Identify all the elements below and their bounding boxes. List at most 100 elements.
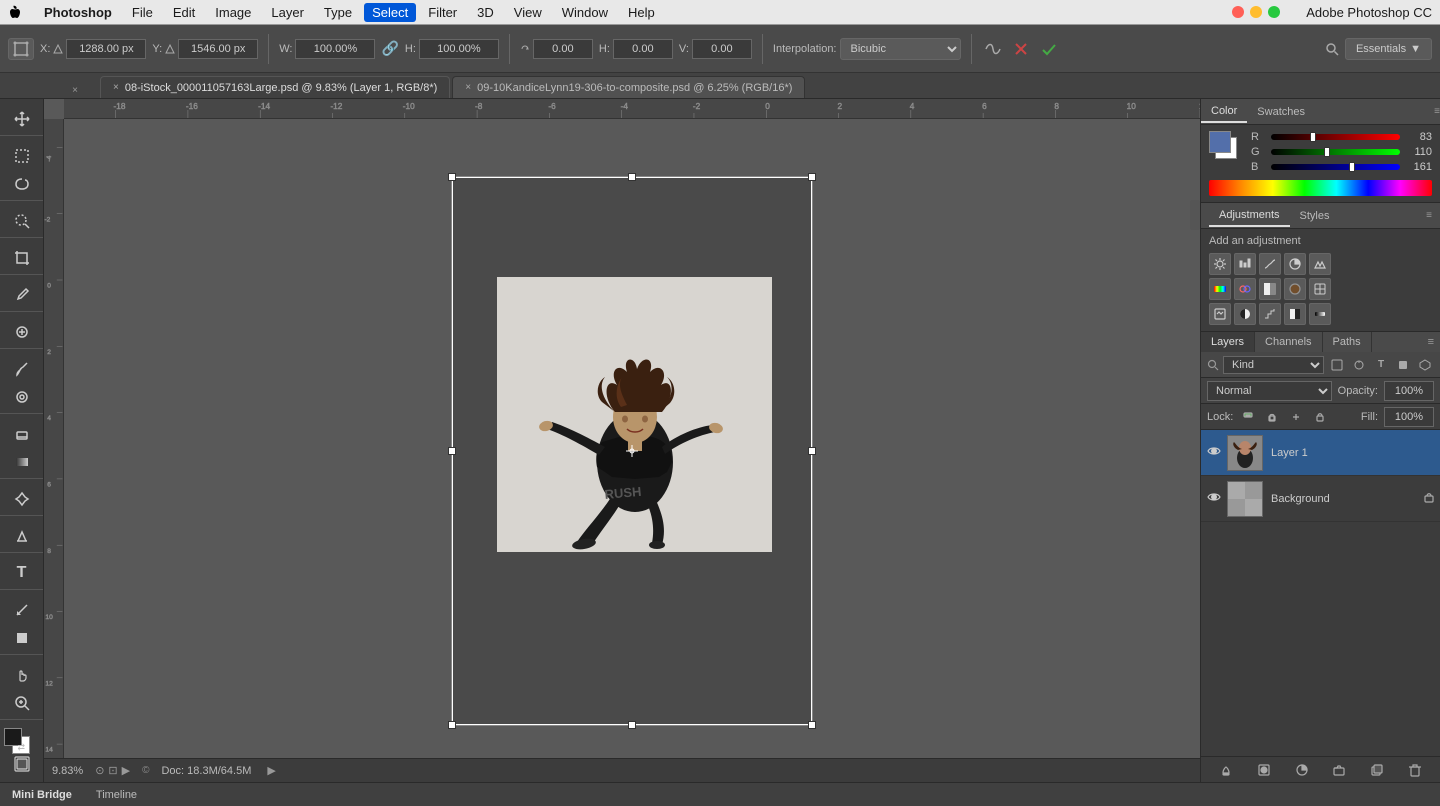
menu-3d[interactable]: 3D bbox=[469, 3, 502, 22]
menu-window[interactable]: Window bbox=[554, 3, 616, 22]
transform-icon-btn[interactable] bbox=[8, 38, 34, 60]
color-tab[interactable]: Color bbox=[1201, 101, 1247, 123]
lock-image-btn[interactable] bbox=[1263, 408, 1281, 426]
blur-tool[interactable] bbox=[6, 485, 38, 513]
eyedropper-tool[interactable] bbox=[6, 281, 38, 309]
green-slider-track[interactable] bbox=[1271, 149, 1400, 155]
panel-collapse-handle[interactable] bbox=[1190, 200, 1200, 230]
green-slider-handle[interactable] bbox=[1324, 147, 1330, 157]
canvas-area[interactable]: -18 -16 -14 -12 -10 -8 -6 -4 -2 bbox=[44, 99, 1200, 782]
layers-filter-shape-icon[interactable] bbox=[1394, 356, 1412, 374]
essentials-dropdown[interactable]: Essentials ▼ bbox=[1345, 38, 1432, 60]
path-select-tool[interactable] bbox=[6, 596, 38, 624]
transform-handle-tl[interactable] bbox=[448, 173, 456, 181]
v-skew-input[interactable] bbox=[692, 39, 752, 59]
clone-stamp-tool[interactable] bbox=[6, 383, 38, 411]
color-spectrum[interactable] bbox=[1209, 180, 1432, 196]
screen-mode-btn[interactable] bbox=[6, 750, 38, 778]
menu-help[interactable]: Help bbox=[620, 3, 663, 22]
h-input[interactable] bbox=[419, 39, 499, 59]
layer-mask-btn[interactable] bbox=[1253, 759, 1275, 781]
lock-transparency-btn[interactable] bbox=[1239, 408, 1257, 426]
forward-icon[interactable]: ▶ bbox=[122, 764, 130, 777]
interpolation-select[interactable]: Bicubic Bicubic Smoother Bicubic Sharper… bbox=[840, 38, 961, 60]
red-slider-track[interactable] bbox=[1271, 134, 1400, 140]
window-close[interactable] bbox=[1232, 6, 1244, 18]
shape-tool[interactable] bbox=[6, 624, 38, 652]
opacity-input[interactable] bbox=[1384, 381, 1434, 401]
healing-tool[interactable] bbox=[6, 318, 38, 346]
channel-mixer-adj-btn[interactable] bbox=[1309, 278, 1331, 300]
new-group-btn[interactable] bbox=[1328, 759, 1350, 781]
new-layer-btn[interactable] bbox=[1366, 759, 1388, 781]
menu-view[interactable]: View bbox=[506, 3, 550, 22]
transform-handle-mr[interactable] bbox=[808, 447, 816, 455]
posterize-adj-btn[interactable] bbox=[1259, 303, 1281, 325]
transform-handle-bl[interactable] bbox=[448, 721, 456, 729]
mini-bridge-tab[interactable]: Mini Bridge bbox=[8, 787, 76, 803]
timeline-tab[interactable]: Timeline bbox=[92, 787, 141, 803]
window-minimize[interactable] bbox=[1250, 6, 1262, 18]
menu-photoshop[interactable]: Photoshop bbox=[36, 3, 120, 22]
paths-tab-btn[interactable]: Paths bbox=[1323, 332, 1372, 352]
cancel-transform-btn[interactable] bbox=[1010, 38, 1032, 60]
gradient-tool[interactable] bbox=[6, 448, 38, 476]
apple-logo[interactable] bbox=[8, 4, 24, 20]
brush-tool[interactable] bbox=[6, 355, 38, 383]
lock-position-btn[interactable] bbox=[1287, 408, 1305, 426]
swap-colors-icon[interactable]: ⇄ bbox=[18, 742, 26, 753]
w-input[interactable] bbox=[295, 39, 375, 59]
hue-sat-adj-btn[interactable] bbox=[1209, 278, 1231, 300]
menu-select[interactable]: Select bbox=[364, 3, 416, 22]
info-icon[interactable]: ⊙ bbox=[95, 764, 104, 777]
fill-input[interactable] bbox=[1384, 407, 1434, 427]
layers-filter-smart-icon[interactable] bbox=[1416, 356, 1434, 374]
curves-adj-btn[interactable] bbox=[1259, 253, 1281, 275]
swatches-tab[interactable]: Swatches bbox=[1247, 102, 1315, 122]
y-input[interactable] bbox=[178, 39, 258, 59]
x-input[interactable] bbox=[66, 39, 146, 59]
text-tool[interactable]: T bbox=[6, 559, 38, 587]
new-fill-adj-btn[interactable] bbox=[1291, 759, 1313, 781]
blend-mode-select[interactable]: Normal Dissolve Darken Multiply Color Bu… bbox=[1207, 381, 1332, 401]
transform-handle-bm[interactable] bbox=[628, 721, 636, 729]
styles-tab[interactable]: Styles bbox=[1290, 206, 1340, 226]
window-maximize[interactable] bbox=[1268, 6, 1280, 18]
warp-btn[interactable] bbox=[982, 38, 1004, 60]
levels-adj-btn[interactable] bbox=[1234, 253, 1256, 275]
tab-2[interactable]: × 09-10KandiceLynn19-306-to-composite.ps… bbox=[452, 76, 805, 98]
lasso-tool[interactable] bbox=[6, 170, 38, 198]
layers-filter-text-icon[interactable]: T bbox=[1372, 356, 1390, 374]
delete-layer-btn[interactable] bbox=[1404, 759, 1426, 781]
transform-handle-tr[interactable] bbox=[808, 173, 816, 181]
layer-item-layer1[interactable]: Layer 1 bbox=[1201, 430, 1440, 476]
invert-adj-btn[interactable] bbox=[1234, 303, 1256, 325]
blue-slider-handle[interactable] bbox=[1349, 162, 1355, 172]
vibrance-adj-btn[interactable] bbox=[1309, 253, 1331, 275]
zoom-tool[interactable] bbox=[6, 689, 38, 717]
color-fg-preview[interactable] bbox=[1209, 131, 1231, 153]
brightness-adj-btn[interactable] bbox=[1209, 253, 1231, 275]
commit-transform-btn[interactable] bbox=[1038, 38, 1060, 60]
hand-tool[interactable] bbox=[6, 661, 38, 689]
layers-tab-btn[interactable]: Layers bbox=[1201, 332, 1255, 352]
menu-layer[interactable]: Layer bbox=[263, 3, 312, 22]
quick-select-tool[interactable] bbox=[6, 207, 38, 235]
menu-file[interactable]: File bbox=[124, 3, 161, 22]
photo-filter-adj-btn[interactable] bbox=[1284, 278, 1306, 300]
color-balance-adj-btn[interactable] bbox=[1234, 278, 1256, 300]
canvas-document[interactable]: RUSH bbox=[451, 176, 813, 726]
color-lookup-adj-btn[interactable] bbox=[1209, 303, 1231, 325]
crop-tool[interactable] bbox=[6, 244, 38, 272]
transform-handle-ml[interactable] bbox=[448, 447, 456, 455]
h-skew-input[interactable] bbox=[613, 39, 673, 59]
bw-adj-btn[interactable] bbox=[1259, 278, 1281, 300]
adjustments-expand[interactable]: ≡ bbox=[1426, 210, 1432, 221]
search-icon[interactable] bbox=[1325, 42, 1339, 56]
color-panel-expand[interactable]: ≡ bbox=[1434, 106, 1440, 117]
pen-tool[interactable] bbox=[6, 522, 38, 550]
layers-filter-adjust-icon[interactable] bbox=[1350, 356, 1368, 374]
quick-mask-icon[interactable]: ⊡ bbox=[108, 764, 117, 777]
layers-panel-menu-icon[interactable]: ≡ bbox=[1422, 332, 1440, 352]
gradient-map-adj-btn[interactable] bbox=[1309, 303, 1331, 325]
